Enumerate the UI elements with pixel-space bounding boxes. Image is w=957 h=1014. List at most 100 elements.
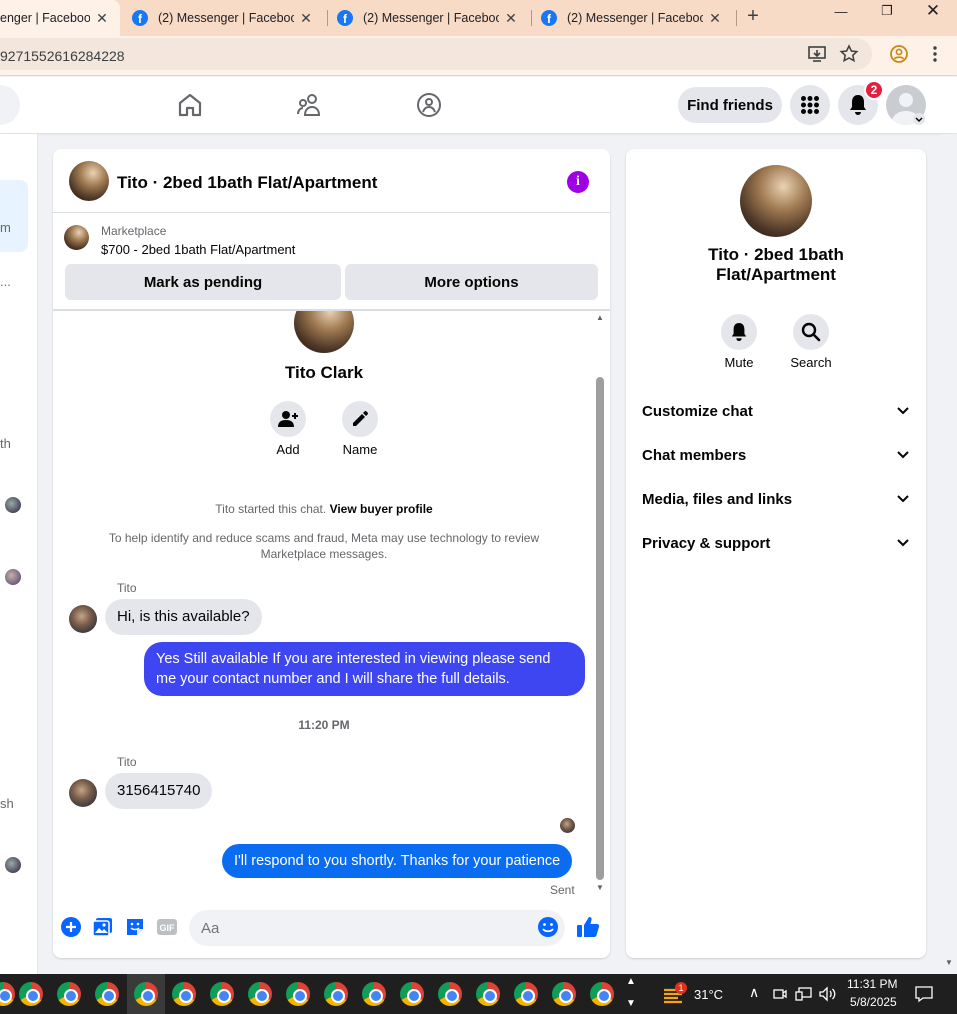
minimize-icon[interactable]: — bbox=[818, 0, 864, 22]
taskbar-chrome-app[interactable] bbox=[393, 974, 431, 1014]
network-icon[interactable] bbox=[795, 986, 813, 1002]
bell-icon bbox=[850, 95, 866, 115]
outgoing-message[interactable]: Yes Still available If you are intereste… bbox=[144, 642, 585, 696]
name-label: Name bbox=[342, 442, 378, 457]
photo-icon[interactable] bbox=[92, 916, 114, 938]
taskbar-chrome-app[interactable] bbox=[88, 974, 126, 1014]
chat-list-avatar[interactable] bbox=[5, 569, 21, 585]
safety-notice: To help identify and reduce scams and fr… bbox=[108, 531, 540, 561]
page-scrollbar[interactable]: ▼ bbox=[941, 134, 957, 974]
outgoing-message[interactable]: I'll respond to you shortly. Thanks for … bbox=[222, 844, 573, 878]
privacy-support-row[interactable]: Privacy & support bbox=[626, 521, 926, 565]
taskbar-chrome-app[interactable] bbox=[12, 974, 50, 1014]
new-tab-icon[interactable]: + bbox=[742, 4, 764, 30]
scroll-down-arrow-icon[interactable]: ▼ bbox=[596, 883, 604, 892]
tab-separator bbox=[327, 10, 328, 26]
taskbar-chrome-app[interactable] bbox=[545, 974, 583, 1014]
scroll-up-arrow-icon[interactable]: ▲ bbox=[596, 313, 604, 322]
profile-icon[interactable] bbox=[889, 44, 909, 64]
install-app-icon[interactable] bbox=[807, 44, 827, 64]
taskbar-chrome-app[interactable] bbox=[469, 974, 507, 1014]
taskbar-chrome-app[interactable] bbox=[241, 974, 279, 1014]
find-friends-button[interactable]: Find friends bbox=[678, 87, 782, 123]
tab-close-icon[interactable]: ✕ bbox=[298, 10, 314, 27]
meet-now-icon[interactable] bbox=[772, 986, 788, 1002]
volume-icon[interactable] bbox=[819, 986, 837, 1002]
window-close-icon[interactable]: ✕ bbox=[910, 0, 956, 22]
mark-as-pending-button[interactable]: Mark as pending bbox=[65, 264, 341, 300]
weather-temperature[interactable]: 31°C bbox=[694, 987, 723, 1002]
tab-close-icon[interactable]: ✕ bbox=[94, 10, 110, 27]
taskbar-chrome-app[interactable] bbox=[355, 974, 393, 1014]
taskbar-chrome-app-active[interactable] bbox=[127, 974, 165, 1014]
chrome-icon bbox=[286, 982, 310, 1006]
browser-tab[interactable]: f (2) Messenger | Facebook ✕ bbox=[541, 0, 737, 36]
notification-center-icon[interactable] bbox=[915, 985, 933, 1003]
taskbar-scroll-up-icon[interactable]: ▲ bbox=[626, 976, 636, 987]
sticker-icon[interactable] bbox=[124, 916, 146, 938]
friends-icon[interactable] bbox=[296, 91, 324, 119]
taskbar-chrome-app[interactable] bbox=[507, 974, 545, 1014]
scrollbar-thumb[interactable] bbox=[596, 377, 604, 880]
incoming-message[interactable]: Hi, is this available? bbox=[105, 599, 262, 635]
marketplace-label: Marketplace bbox=[101, 224, 167, 238]
taskbar-chrome-app[interactable] bbox=[203, 974, 241, 1014]
page-scroll-down-icon[interactable]: ▼ bbox=[945, 958, 953, 967]
chat-title[interactable]: Tito · 2bed 1bath Flat/Apartment bbox=[117, 173, 377, 193]
show-hidden-icons-icon[interactable]: ∧ bbox=[749, 984, 759, 1001]
search-box[interactable] bbox=[0, 85, 20, 125]
more-options-button[interactable]: More options bbox=[345, 264, 598, 300]
home-icon[interactable] bbox=[176, 91, 204, 119]
chat-list-avatar[interactable] bbox=[5, 497, 21, 513]
taskbar-chrome-app[interactable] bbox=[583, 974, 621, 1014]
selected-chat-item[interactable] bbox=[0, 180, 28, 252]
emoji-icon[interactable] bbox=[537, 916, 559, 938]
chrome-icon bbox=[95, 982, 119, 1006]
mute-button[interactable] bbox=[721, 314, 757, 350]
chat-members-row[interactable]: Chat members bbox=[626, 433, 926, 477]
view-buyer-profile-link[interactable]: View buyer profile bbox=[330, 502, 433, 516]
taskbar-chrome-app[interactable] bbox=[165, 974, 203, 1014]
sender-avatar[interactable] bbox=[69, 779, 97, 807]
thumbs-up-icon[interactable] bbox=[576, 915, 600, 939]
chat-list-avatar[interactable] bbox=[5, 857, 21, 873]
browser-tab-active[interactable]: enger | Facebook ✕ bbox=[0, 0, 120, 36]
account-chevron-down-icon[interactable] bbox=[913, 113, 925, 125]
customize-chat-row[interactable]: Customize chat bbox=[626, 389, 926, 433]
omnibox[interactable]: 9271552616284228 bbox=[0, 38, 872, 70]
browser-menu-icon[interactable] bbox=[925, 44, 945, 64]
edit-name-button[interactable] bbox=[342, 401, 378, 437]
info-icon[interactable]: i bbox=[567, 171, 589, 193]
chat-avatar[interactable] bbox=[69, 161, 109, 201]
clock-time[interactable]: 11:31 PM bbox=[847, 977, 897, 991]
plus-circle-icon[interactable] bbox=[60, 916, 82, 938]
tab-close-icon[interactable]: ✕ bbox=[503, 10, 519, 27]
bookmark-star-icon[interactable] bbox=[839, 44, 859, 64]
chat-details-avatar[interactable] bbox=[740, 165, 812, 237]
tab-close-icon[interactable]: ✕ bbox=[707, 10, 723, 27]
taskbar-chrome-app[interactable] bbox=[50, 974, 88, 1014]
clock-date[interactable]: 5/8/2025 bbox=[850, 995, 897, 1009]
listing-title[interactable]: $700 - 2bed 1bath Flat/Apartment bbox=[101, 242, 295, 257]
listing-thumbnail[interactable] bbox=[64, 225, 89, 250]
browser-tab[interactable]: f (2) Messenger | Facebook ✕ bbox=[132, 0, 328, 36]
taskbar-scroll-down-icon[interactable]: ▼ bbox=[626, 998, 636, 1009]
taskbar-chrome-app[interactable] bbox=[279, 974, 317, 1014]
restore-icon[interactable]: ❐ bbox=[864, 0, 910, 22]
chat-details-title: Tito · 2bed 1bath Flat/Apartment bbox=[708, 245, 844, 284]
taskbar-chrome-app[interactable] bbox=[317, 974, 355, 1014]
incoming-message[interactable]: 3156415740 bbox=[105, 773, 213, 809]
browser-tab[interactable]: f (2) Messenger | Facebook ✕ bbox=[337, 0, 533, 36]
message-sender: Tito bbox=[117, 581, 137, 595]
contact-avatar[interactable] bbox=[294, 311, 354, 353]
menu-button[interactable] bbox=[790, 85, 830, 125]
taskbar-chrome-app[interactable] bbox=[431, 974, 469, 1014]
sender-avatar[interactable] bbox=[69, 605, 97, 633]
media-files-links-row[interactable]: Media, files and links bbox=[626, 477, 926, 521]
chat-header: Tito · 2bed 1bath Flat/Apartment i bbox=[53, 149, 610, 213]
search-in-chat-button[interactable] bbox=[793, 314, 829, 350]
groups-icon[interactable] bbox=[415, 91, 443, 119]
add-contact-button[interactable] bbox=[270, 401, 306, 437]
message-input[interactable] bbox=[189, 910, 565, 946]
gif-icon[interactable]: GIF bbox=[156, 916, 178, 938]
